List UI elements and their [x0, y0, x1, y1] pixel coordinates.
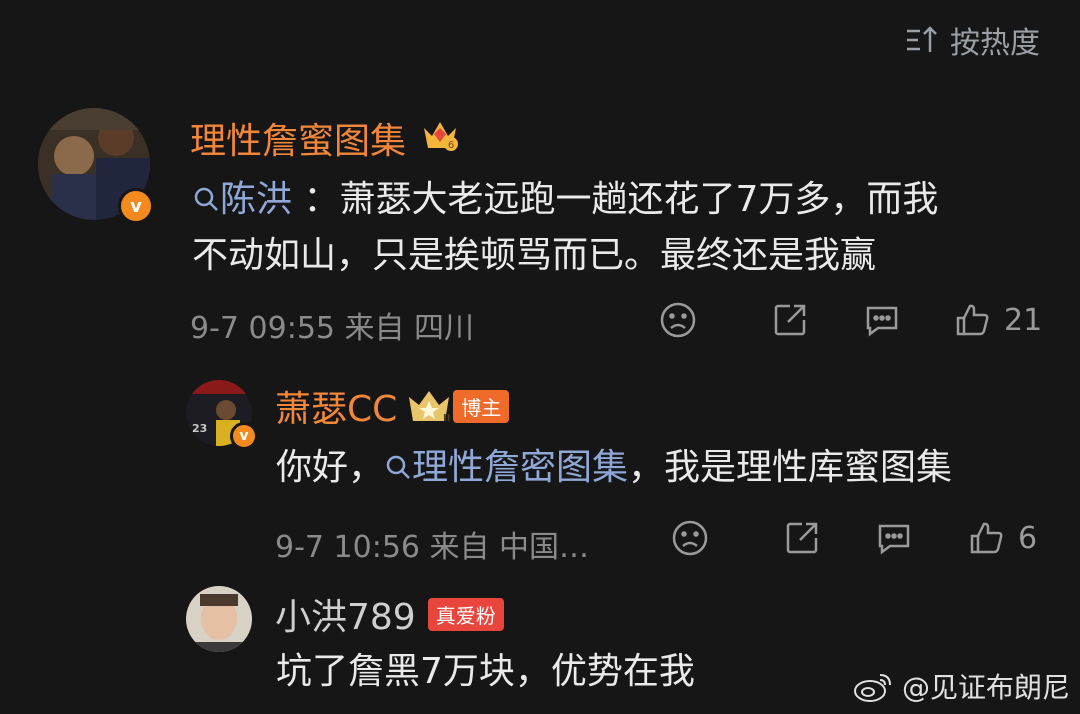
share-icon [774, 304, 806, 336]
svg-text:6: 6 [448, 140, 454, 151]
share-button[interactable] [770, 300, 810, 340]
comment-username[interactable]: 理性詹蜜图集 [190, 112, 406, 164]
reply-body: 坑了詹黑7万块，优势在我 [276, 651, 695, 692]
sort-icon [907, 26, 937, 52]
timestamp-location: 9-7 10:56 来自 中国… [275, 530, 590, 565]
comment-body: 陈洪 ：萧瑟大老远跑一趟还花了7万多，而我 不动如山，只是挨顿骂而已。最终还是我… [192, 179, 939, 276]
avatar[interactable] [186, 586, 252, 652]
watermark: @见证布朗尼 [852, 666, 1070, 706]
blogger-badge: 博主 [453, 389, 510, 423]
dislike-button[interactable] [670, 518, 710, 558]
mention-link[interactable]: 陈洪 [192, 179, 303, 220]
like-button[interactable]: 21 [952, 300, 1042, 340]
svg-text:23: 23 [192, 422, 207, 435]
like-count: 21 [1004, 302, 1043, 338]
dislike-button[interactable] [658, 300, 698, 340]
comment-icon [878, 524, 910, 555]
like-icon [956, 304, 989, 336]
search-icon [194, 187, 218, 211]
share-icon [786, 522, 818, 554]
like-count: 6 [1018, 520, 1038, 556]
sort-by-hotness-button[interactable]: 按热度 [904, 18, 1040, 62]
verified-badge-icon: v [118, 188, 154, 224]
comment-button[interactable] [862, 300, 902, 340]
reply-username[interactable]: 小洪789 [275, 588, 416, 640]
level-badge-icon: II [407, 387, 451, 425]
svg-text:II: II [443, 413, 450, 424]
like-icon [970, 522, 1003, 554]
share-button[interactable] [782, 518, 822, 558]
reply-body: 你好， 理性詹密图集，我是理性库蜜图集 [276, 447, 953, 488]
mention-link[interactable]: 理性詹密图集 [384, 447, 628, 488]
dislike-icon [672, 520, 708, 556]
dislike-icon [660, 302, 696, 338]
fan-badge: 真爱粉 [427, 597, 504, 631]
comment-button[interactable] [874, 518, 914, 558]
reply-username[interactable]: 萧瑟CC [275, 380, 397, 432]
search-icon [386, 455, 410, 479]
crown-fan-badge-icon: 6 [420, 114, 460, 154]
sort-label: 按热度 [950, 26, 1040, 61]
comment-icon [866, 306, 898, 337]
weibo-logo-icon [853, 674, 891, 702]
timestamp-location: 9-7 09:55 来自 四川 [190, 311, 475, 346]
verified-badge-icon: v [230, 422, 258, 450]
like-button[interactable]: 6 [966, 518, 1037, 558]
